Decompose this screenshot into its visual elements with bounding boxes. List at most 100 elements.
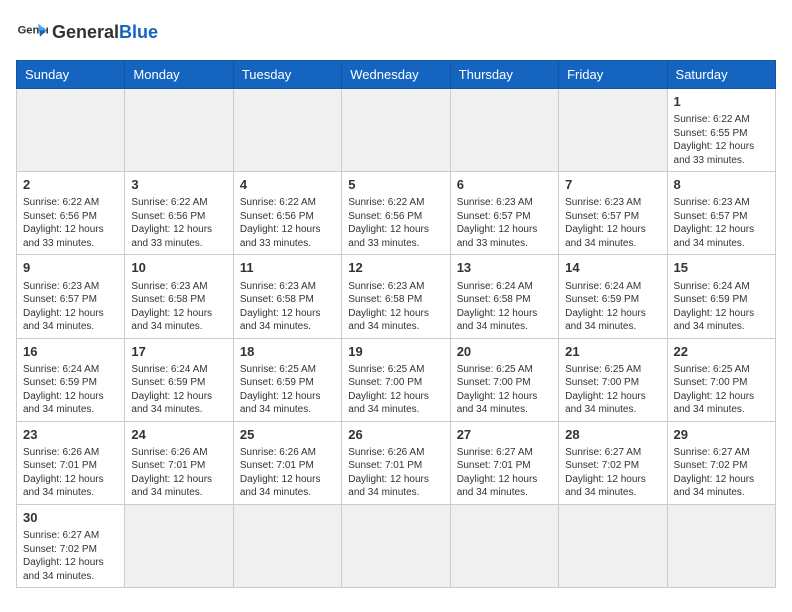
day-number: 3	[131, 176, 226, 194]
day-info: Sunrise: 6:23 AMSunset: 6:57 PMDaylight:…	[457, 196, 552, 250]
calendar-cell: 7Sunrise: 6:23 AMSunset: 6:57 PMDaylight…	[559, 172, 667, 255]
day-number: 22	[674, 343, 769, 361]
calendar-cell: 25Sunrise: 6:26 AMSunset: 7:01 PMDayligh…	[233, 421, 341, 504]
day-info: Sunrise: 6:25 AMSunset: 6:59 PMDaylight:…	[240, 363, 335, 417]
day-info: Sunrise: 6:22 AMSunset: 6:56 PMDaylight:…	[131, 196, 226, 250]
calendar-cell: 16 Sunrise: 6:24 AMSunset: 6:59 PMDayligh…	[17, 338, 125, 421]
col-header-friday: Friday	[559, 61, 667, 89]
day-number: 1	[674, 93, 769, 111]
calendar-cell	[125, 89, 233, 172]
day-number: 23	[23, 426, 118, 444]
day-number: 27	[457, 426, 552, 444]
day-number: 14	[565, 259, 660, 277]
calendar-cell: 22 Sunrise: 6:25 AMSunset: 7:00 PMDayligh…	[667, 338, 775, 421]
calendar-cell: 2Sunrise: 6:22 AMSunset: 6:56 PMDaylight…	[17, 172, 125, 255]
calendar-cell	[233, 89, 341, 172]
day-info: Sunrise: 6:23 AMSunset: 6:58 PMDaylight:…	[240, 280, 335, 334]
day-info: Sunrise: 6:23 AMSunset: 6:57 PMDaylight:…	[23, 280, 118, 334]
day-number: 24	[131, 426, 226, 444]
col-header-tuesday: Tuesday	[233, 61, 341, 89]
calendar-table: SundayMondayTuesdayWednesdayThursdayFrid…	[16, 60, 776, 588]
day-number: 15	[674, 259, 769, 277]
col-header-wednesday: Wednesday	[342, 61, 450, 89]
day-number: 30	[23, 509, 118, 527]
day-number: 18	[240, 343, 335, 361]
calendar-cell	[559, 504, 667, 587]
calendar-week-row: 2 Sunrise: 6:22 AMSunset: 6:56 PMDaylight…	[17, 172, 776, 255]
calendar-cell	[342, 504, 450, 587]
day-info: Sunrise: 6:23 AMSunset: 6:58 PMDaylight:…	[131, 280, 226, 334]
day-info: Sunrise: 6:25 AMSunset: 7:00 PMDaylight:…	[565, 363, 660, 417]
day-number: 29	[674, 426, 769, 444]
calendar-cell: 19 Sunrise: 6:25 AMSunset: 7:00 PMDayligh…	[342, 338, 450, 421]
calendar-cell: 30Sunrise: 6:27 AMSunset: 7:02 PMDayligh…	[17, 504, 125, 587]
day-number: 9	[23, 259, 118, 277]
calendar-cell	[667, 504, 775, 587]
calendar-cell	[342, 89, 450, 172]
calendar-cell	[17, 89, 125, 172]
calendar-cell: 12 Sunrise: 6:23 AMSunset: 6:58 PMDayligh…	[342, 255, 450, 338]
day-number: 13	[457, 259, 552, 277]
day-number: 26	[348, 426, 443, 444]
day-info: Sunrise: 6:25 AMSunset: 7:00 PMDaylight:…	[348, 363, 443, 417]
col-header-monday: Monday	[125, 61, 233, 89]
calendar-week-row: 30Sunrise: 6:27 AMSunset: 7:02 PMDayligh…	[17, 504, 776, 587]
calendar-cell	[450, 89, 558, 172]
day-number: 8	[674, 176, 769, 194]
calendar-cell	[233, 504, 341, 587]
day-info: Sunrise: 6:26 AMSunset: 7:01 PMDaylight:…	[348, 446, 443, 500]
day-info: Sunrise: 6:23 AMSunset: 6:58 PMDaylight:…	[348, 280, 443, 334]
day-number: 16	[23, 343, 118, 361]
day-info: Sunrise: 6:23 AMSunset: 6:57 PMDaylight:…	[674, 196, 769, 250]
day-info: Sunrise: 6:25 AMSunset: 7:00 PMDaylight:…	[457, 363, 552, 417]
day-info: Sunrise: 6:24 AMSunset: 6:59 PMDaylight:…	[674, 280, 769, 334]
day-number: 4	[240, 176, 335, 194]
calendar-week-row: 1Sunrise: 6:22 AMSunset: 6:55 PMDaylight…	[17, 89, 776, 172]
day-number: 2	[23, 176, 118, 194]
calendar-cell: 11 Sunrise: 6:23 AMSunset: 6:58 PMDayligh…	[233, 255, 341, 338]
calendar-cell: 26 Sunrise: 6:26 AMSunset: 7:01 PMDayligh…	[342, 421, 450, 504]
calendar-cell: 10 Sunrise: 6:23 AMSunset: 6:58 PMDayligh…	[125, 255, 233, 338]
calendar-cell: 6 Sunrise: 6:23 AMSunset: 6:57 PMDaylight…	[450, 172, 558, 255]
calendar-cell: 5Sunrise: 6:22 AMSunset: 6:56 PMDaylight…	[342, 172, 450, 255]
calendar-cell: 9 Sunrise: 6:23 AMSunset: 6:57 PMDaylight…	[17, 255, 125, 338]
day-number: 10	[131, 259, 226, 277]
calendar-cell: 20 Sunrise: 6:25 AMSunset: 7:00 PMDayligh…	[450, 338, 558, 421]
logo: General GeneralBlue	[16, 16, 158, 48]
calendar-cell: 29 Sunrise: 6:27 AMSunset: 7:02 PMDayligh…	[667, 421, 775, 504]
calendar-cell: 17 Sunrise: 6:24 AMSunset: 6:59 PMDayligh…	[125, 338, 233, 421]
page-header: General GeneralBlue	[16, 16, 776, 48]
day-info: Sunrise: 6:26 AMSunset: 7:01 PMDaylight:…	[131, 446, 226, 500]
day-info: Sunrise: 6:25 AMSunset: 7:00 PMDaylight:…	[674, 363, 769, 417]
calendar-cell: 14Sunrise: 6:24 AMSunset: 6:59 PMDayligh…	[559, 255, 667, 338]
day-number: 6	[457, 176, 552, 194]
calendar-cell	[450, 504, 558, 587]
calendar-cell: 21 Sunrise: 6:25 AMSunset: 7:00 PMDayligh…	[559, 338, 667, 421]
logo-icon: General	[16, 16, 48, 48]
day-number: 19	[348, 343, 443, 361]
calendar-cell: 1Sunrise: 6:22 AMSunset: 6:55 PMDaylight…	[667, 89, 775, 172]
col-header-sunday: Sunday	[17, 61, 125, 89]
day-number: 5	[348, 176, 443, 194]
day-number: 20	[457, 343, 552, 361]
day-number: 11	[240, 259, 335, 277]
calendar-week-row: 9 Sunrise: 6:23 AMSunset: 6:57 PMDaylight…	[17, 255, 776, 338]
day-number: 21	[565, 343, 660, 361]
day-number: 12	[348, 259, 443, 277]
day-info: Sunrise: 6:27 AMSunset: 7:01 PMDaylight:…	[457, 446, 552, 500]
calendar-header-row: SundayMondayTuesdayWednesdayThursdayFrid…	[17, 61, 776, 89]
day-info: Sunrise: 6:26 AMSunset: 7:01 PMDaylight:…	[240, 446, 335, 500]
day-info: Sunrise: 6:23 AMSunset: 6:57 PMDaylight:…	[565, 196, 660, 250]
logo-text: GeneralBlue	[52, 22, 158, 42]
calendar-cell: 28Sunrise: 6:27 AMSunset: 7:02 PMDayligh…	[559, 421, 667, 504]
calendar-cell	[559, 89, 667, 172]
day-info: Sunrise: 6:27 AMSunset: 7:02 PMDaylight:…	[674, 446, 769, 500]
col-header-saturday: Saturday	[667, 61, 775, 89]
day-info: Sunrise: 6:26 AMSunset: 7:01 PMDaylight:…	[23, 446, 118, 500]
day-info: Sunrise: 6:24 AMSunset: 6:59 PMDaylight:…	[23, 363, 118, 417]
day-info: Sunrise: 6:24 AMSunset: 6:59 PMDaylight:…	[131, 363, 226, 417]
day-number: 17	[131, 343, 226, 361]
col-header-thursday: Thursday	[450, 61, 558, 89]
calendar-week-row: 16 Sunrise: 6:24 AMSunset: 6:59 PMDayligh…	[17, 338, 776, 421]
calendar-cell: 13Sunrise: 6:24 AMSunset: 6:58 PMDayligh…	[450, 255, 558, 338]
